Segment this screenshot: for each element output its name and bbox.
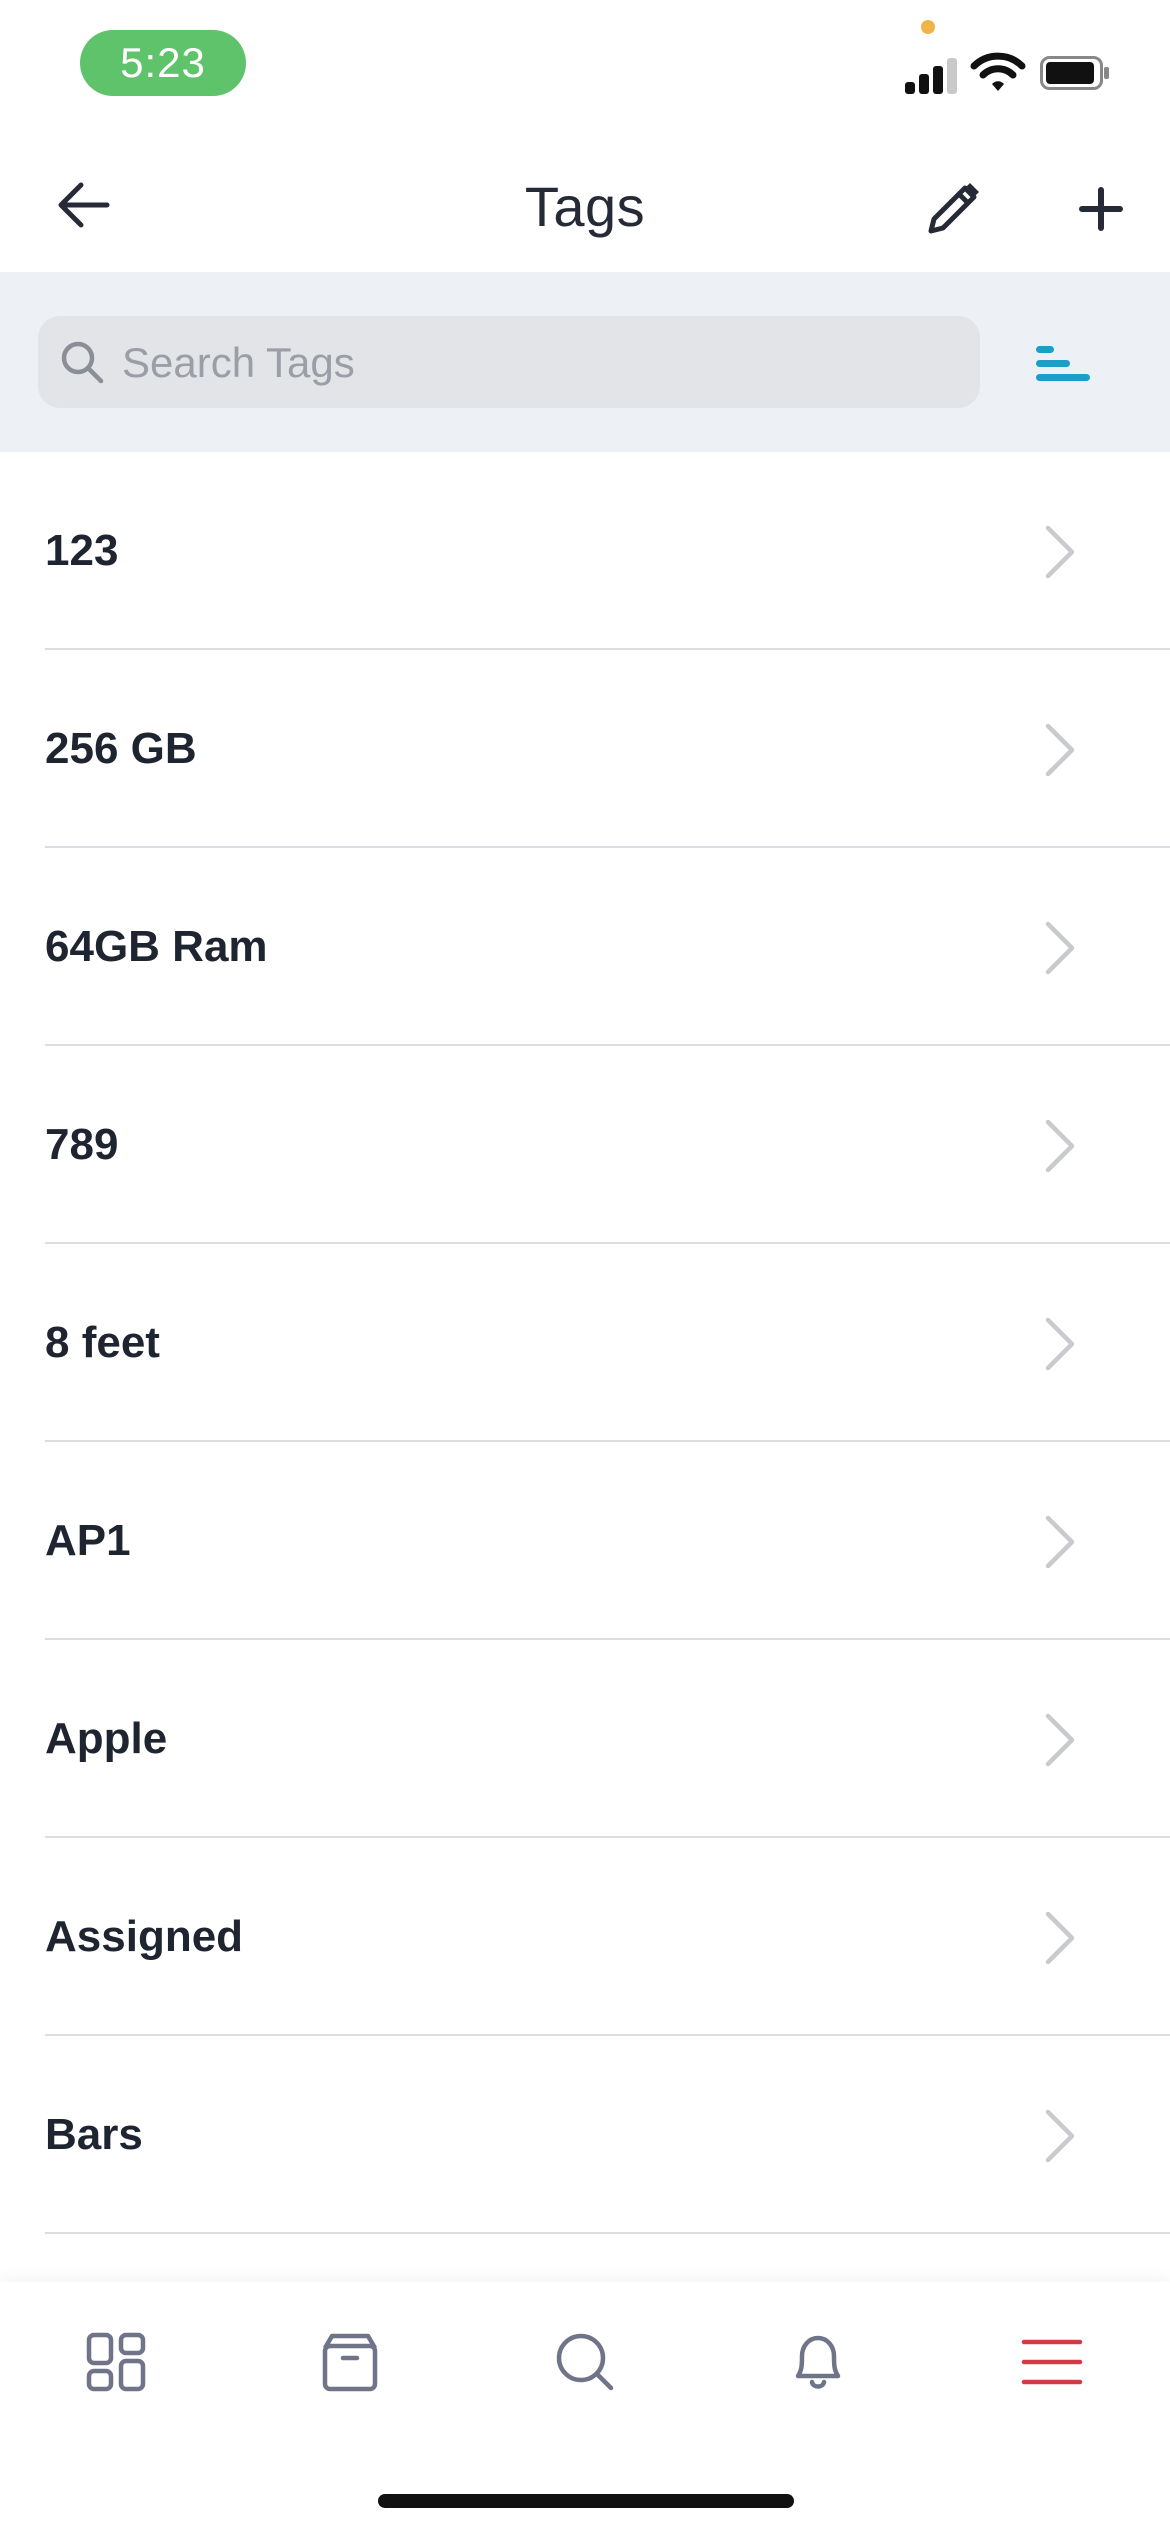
tag-row[interactable]: 256 GB bbox=[0, 650, 1170, 848]
chevron-right-icon bbox=[1045, 2109, 1075, 2163]
privacy-indicator-dot bbox=[921, 20, 935, 34]
chevron-right-icon bbox=[1045, 921, 1075, 975]
tab-notifications[interactable] bbox=[778, 2322, 858, 2402]
search-icon bbox=[61, 341, 104, 384]
tab-menu[interactable] bbox=[1012, 2322, 1092, 2402]
chevron-right-icon bbox=[1045, 1911, 1075, 1965]
tag-row[interactable]: Apple bbox=[0, 1640, 1170, 1838]
battery-icon bbox=[1040, 56, 1109, 90]
tag-row[interactable]: Bars bbox=[0, 2036, 1170, 2234]
chevron-right-icon bbox=[1045, 1515, 1075, 1569]
chevron-right-icon bbox=[1045, 723, 1075, 777]
tag-row[interactable]: AP1 bbox=[0, 1442, 1170, 1640]
chevron-right-icon bbox=[1045, 1713, 1075, 1767]
home-indicator bbox=[378, 2494, 794, 2508]
header-bar: Tags bbox=[0, 140, 1170, 272]
tag-label: 789 bbox=[45, 1120, 119, 1169]
tag-label: 123 bbox=[45, 526, 119, 575]
plus-icon bbox=[1079, 187, 1123, 231]
search-input[interactable] bbox=[120, 316, 964, 410]
tag-row[interactable]: 64GB Ram bbox=[0, 848, 1170, 1046]
tag-row[interactable]: 8 feet bbox=[0, 1244, 1170, 1442]
cellular-signal-icon bbox=[905, 52, 957, 94]
tab-dashboard[interactable] bbox=[76, 2322, 156, 2402]
wifi-icon bbox=[970, 52, 1026, 91]
tag-row[interactable]: 123 bbox=[0, 452, 1170, 650]
pencil-icon bbox=[928, 183, 979, 234]
tab-search[interactable] bbox=[545, 2322, 625, 2402]
tag-row[interactable]: 789 bbox=[0, 1046, 1170, 1244]
search-bar-container bbox=[0, 272, 1170, 452]
tag-label: Assigned bbox=[45, 1912, 244, 1961]
sort-icon[interactable] bbox=[1030, 334, 1096, 394]
tag-label: 64GB Ram bbox=[45, 922, 268, 971]
tag-label: Apple bbox=[45, 1714, 168, 1763]
chevron-right-icon bbox=[1045, 1119, 1075, 1173]
bell-icon bbox=[795, 2335, 841, 2389]
tag-label: AP1 bbox=[45, 1516, 131, 1565]
box-icon bbox=[322, 2333, 378, 2392]
row-divider bbox=[45, 2232, 1170, 2234]
edit-button[interactable] bbox=[918, 174, 988, 244]
tag-label: 8 feet bbox=[45, 1318, 160, 1367]
search-field[interactable] bbox=[38, 316, 980, 410]
status-bar: 5:23 bbox=[0, 0, 1170, 140]
dashboard-icon bbox=[86, 2332, 146, 2392]
search-icon bbox=[556, 2333, 614, 2391]
tag-label: Bars bbox=[45, 2110, 143, 2159]
bottom-tab-bar bbox=[0, 2282, 1170, 2532]
tag-list: 123 256 GB 64GB Ram 789 8 feet AP1 Apple… bbox=[0, 452, 1170, 2234]
add-tag-button[interactable] bbox=[1066, 174, 1136, 244]
chevron-right-icon bbox=[1045, 525, 1075, 579]
tag-row[interactable]: Assigned bbox=[0, 1838, 1170, 2036]
page-title: Tags bbox=[524, 175, 646, 238]
menu-icon bbox=[1021, 2339, 1083, 2385]
status-time: 5:23 bbox=[80, 30, 246, 96]
tag-label: 256 GB bbox=[45, 724, 197, 773]
chevron-right-icon bbox=[1045, 1317, 1075, 1371]
tab-items[interactable] bbox=[310, 2322, 390, 2402]
